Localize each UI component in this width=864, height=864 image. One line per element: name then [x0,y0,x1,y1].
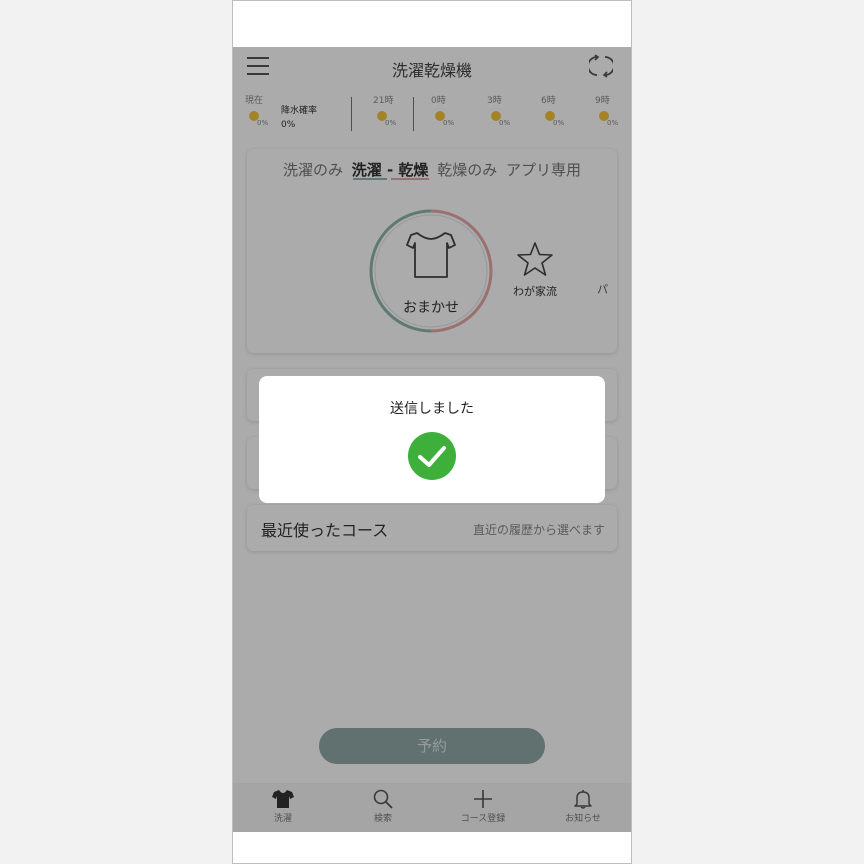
phone-frame: 洗濯乾燥機 現在 0% 降水確率 0% 21時 0% 0時 0% 3時 0% 6… [232,0,632,864]
sent-dialog: 送信しました [259,376,605,503]
app-screen: 洗濯乾燥機 現在 0% 降水確率 0% 21時 0% 0時 0% 3時 0% 6… [233,47,631,832]
check-icon [408,432,456,480]
sent-message: 送信しました [390,401,474,417]
